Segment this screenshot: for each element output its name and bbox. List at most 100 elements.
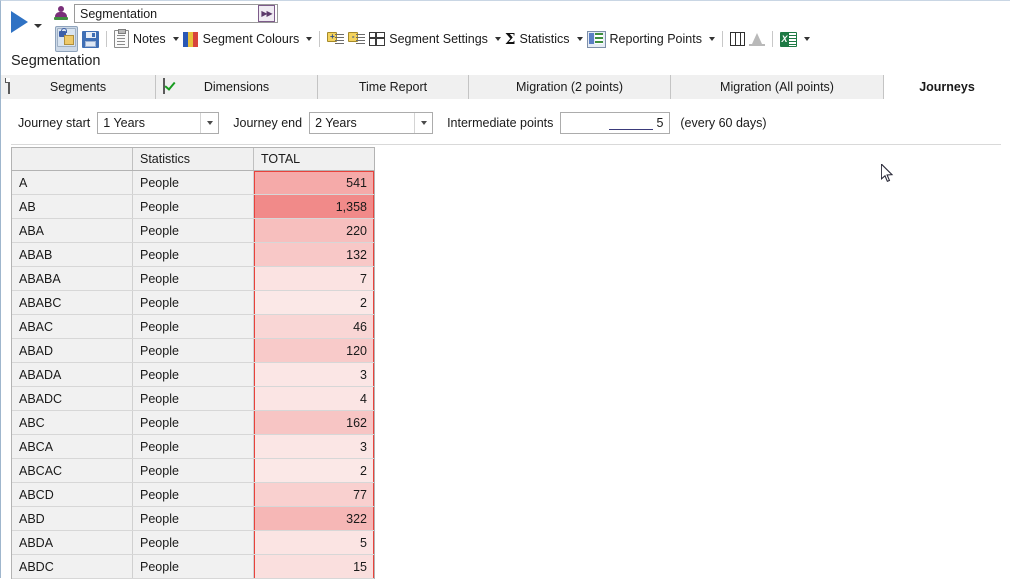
toolbar-buttons: Notes Segment Colours + - Se	[53, 28, 812, 50]
intermediate-points-label: Intermediate points	[447, 116, 553, 130]
cell-segment-name: ABAD	[12, 339, 133, 362]
notes-button[interactable]: Notes	[112, 28, 168, 50]
forward-icon[interactable]: ▶▶	[258, 5, 275, 22]
cell-total: 77	[254, 483, 374, 506]
statistics-button[interactable]: Σ Statistics	[503, 28, 572, 50]
intermediate-points-input[interactable]: 5	[560, 112, 670, 134]
tab-segments[interactable]: Segments	[1, 75, 156, 99]
lock-document-button[interactable]	[53, 28, 80, 50]
tab-journeys[interactable]: Journeys	[884, 75, 1010, 99]
reporting-points-button[interactable]: Reporting Points	[585, 28, 704, 50]
journey-filter-bar: Journey start 1 Years Journey end 2 Year…	[1, 101, 1010, 145]
cell-segment-name: ABDC	[12, 555, 133, 578]
command-toolbar: Segmentation ▶▶	[1, 1, 1010, 53]
cell-segment-name: ABABC	[12, 291, 133, 314]
cell-segment-name: ABADA	[12, 363, 133, 386]
column-header-name[interactable]	[12, 148, 133, 170]
tab-label: Migration (All points)	[720, 80, 834, 94]
journey-start-value: 1 Years	[103, 116, 200, 130]
toolbar-divider	[772, 31, 773, 47]
segment-colours-dropdown-icon[interactable]	[306, 37, 312, 41]
cell-total: 2	[254, 459, 374, 482]
table-row[interactable]: ABABAPeople7	[12, 267, 374, 291]
tab-label: Dimensions	[204, 80, 269, 94]
statistics-dropdown-icon[interactable]	[577, 37, 583, 41]
add-segment-button[interactable]: +	[325, 28, 346, 50]
cell-statistic: People	[133, 195, 254, 218]
table-row[interactable]: ABDPeople322	[12, 507, 374, 531]
cell-segment-name: ABCAC	[12, 459, 133, 482]
cell-total: 3	[254, 435, 374, 458]
notes-dropdown-icon[interactable]	[173, 37, 179, 41]
journeys-table[interactable]: Statistics TOTAL APeople541ABPeople1,358…	[11, 147, 375, 579]
column-header-total[interactable]: TOTAL	[254, 148, 374, 170]
cell-statistic: People	[133, 171, 254, 194]
table-header-row: Statistics TOTAL	[12, 148, 374, 171]
table-row[interactable]: ABABPeople132	[12, 243, 374, 267]
cell-segment-name: ABABA	[12, 267, 133, 290]
cell-statistic: People	[133, 483, 254, 506]
excel-export-button[interactable]: X	[778, 28, 799, 50]
toolbar-divider	[722, 31, 723, 47]
cell-total: 5	[254, 531, 374, 554]
cell-total: 322	[254, 507, 374, 530]
stepper-underline	[609, 129, 653, 131]
cell-segment-name: ABA	[12, 219, 133, 242]
table-row[interactable]: APeople541	[12, 171, 374, 195]
table-view-button[interactable]	[728, 28, 747, 50]
tab-dimensions[interactable]: Dimensions	[156, 75, 318, 99]
chevron-down-icon[interactable]	[34, 24, 42, 28]
table-row[interactable]: ABADAPeople3	[12, 363, 374, 387]
table-row[interactable]: ABDAPeople5	[12, 531, 374, 555]
cell-segment-name: ABCA	[12, 435, 133, 458]
table-row[interactable]: ABCPeople162	[12, 411, 374, 435]
cell-segment-name: ABADC	[12, 387, 133, 410]
cell-segment-name: ABAC	[12, 315, 133, 338]
table-row[interactable]: ABCAPeople3	[12, 435, 374, 459]
tab-time-report[interactable]: Time Report	[318, 75, 469, 99]
segment-name-field[interactable]: Segmentation ▶▶	[74, 4, 278, 23]
table-row[interactable]: ABCDPeople77	[12, 483, 374, 507]
page-title: Segmentation	[11, 53, 100, 69]
cell-statistic: People	[133, 555, 254, 578]
segment-settings-dropdown-icon[interactable]	[495, 37, 501, 41]
table-row[interactable]: ABPeople1,358	[12, 195, 374, 219]
table-row[interactable]: ABACPeople46	[12, 315, 374, 339]
journey-end-select[interactable]: 2 Years	[309, 112, 433, 134]
person-icon	[53, 5, 70, 22]
lock-document-icon	[57, 28, 76, 47]
journey-end-label: Journey end	[233, 116, 302, 130]
cell-segment-name: ABAB	[12, 243, 133, 266]
save-button[interactable]	[80, 28, 101, 50]
table-row[interactable]: ABAPeople220	[12, 219, 374, 243]
tab-label: Segments	[50, 80, 106, 94]
tab-migration-all-points[interactable]: Migration (All points)	[671, 75, 884, 99]
chevron-down-icon[interactable]	[414, 113, 432, 133]
segment-colours-button[interactable]: Segment Colours	[181, 28, 302, 50]
table-row[interactable]: ABDCPeople15	[12, 555, 374, 579]
segment-settings-button[interactable]: Segment Settings	[367, 28, 490, 50]
cell-statistic: People	[133, 435, 254, 458]
chevron-down-icon[interactable]	[200, 113, 218, 133]
cell-total: 2	[254, 291, 374, 314]
table-row[interactable]: ABADCPeople4	[12, 387, 374, 411]
table-row[interactable]: ABABCPeople2	[12, 291, 374, 315]
table-row[interactable]: ABCACPeople2	[12, 459, 374, 483]
tab-migration-2-points[interactable]: Migration (2 points)	[469, 75, 671, 99]
excel-export-icon: X	[780, 32, 797, 47]
reporting-points-label: Reporting Points	[610, 32, 702, 46]
remove-segment-button[interactable]: -	[346, 28, 367, 50]
remove-segment-icon: -	[348, 32, 365, 47]
column-header-statistics[interactable]: Statistics	[133, 148, 254, 170]
cell-statistic: People	[133, 411, 254, 434]
table-row[interactable]: ABADPeople120	[12, 339, 374, 363]
cell-statistic: People	[133, 243, 254, 266]
run-segmentation-button[interactable]	[9, 7, 49, 37]
reporting-points-dropdown-icon[interactable]	[709, 37, 715, 41]
cell-segment-name: AB	[12, 195, 133, 218]
intermediate-points-value: 5	[656, 116, 663, 130]
checkbox-checked-icon[interactable]	[163, 78, 165, 94]
journey-start-select[interactable]: 1 Years	[97, 112, 219, 134]
excel-export-dropdown-icon[interactable]	[804, 37, 810, 41]
mouse-cursor	[881, 164, 895, 184]
